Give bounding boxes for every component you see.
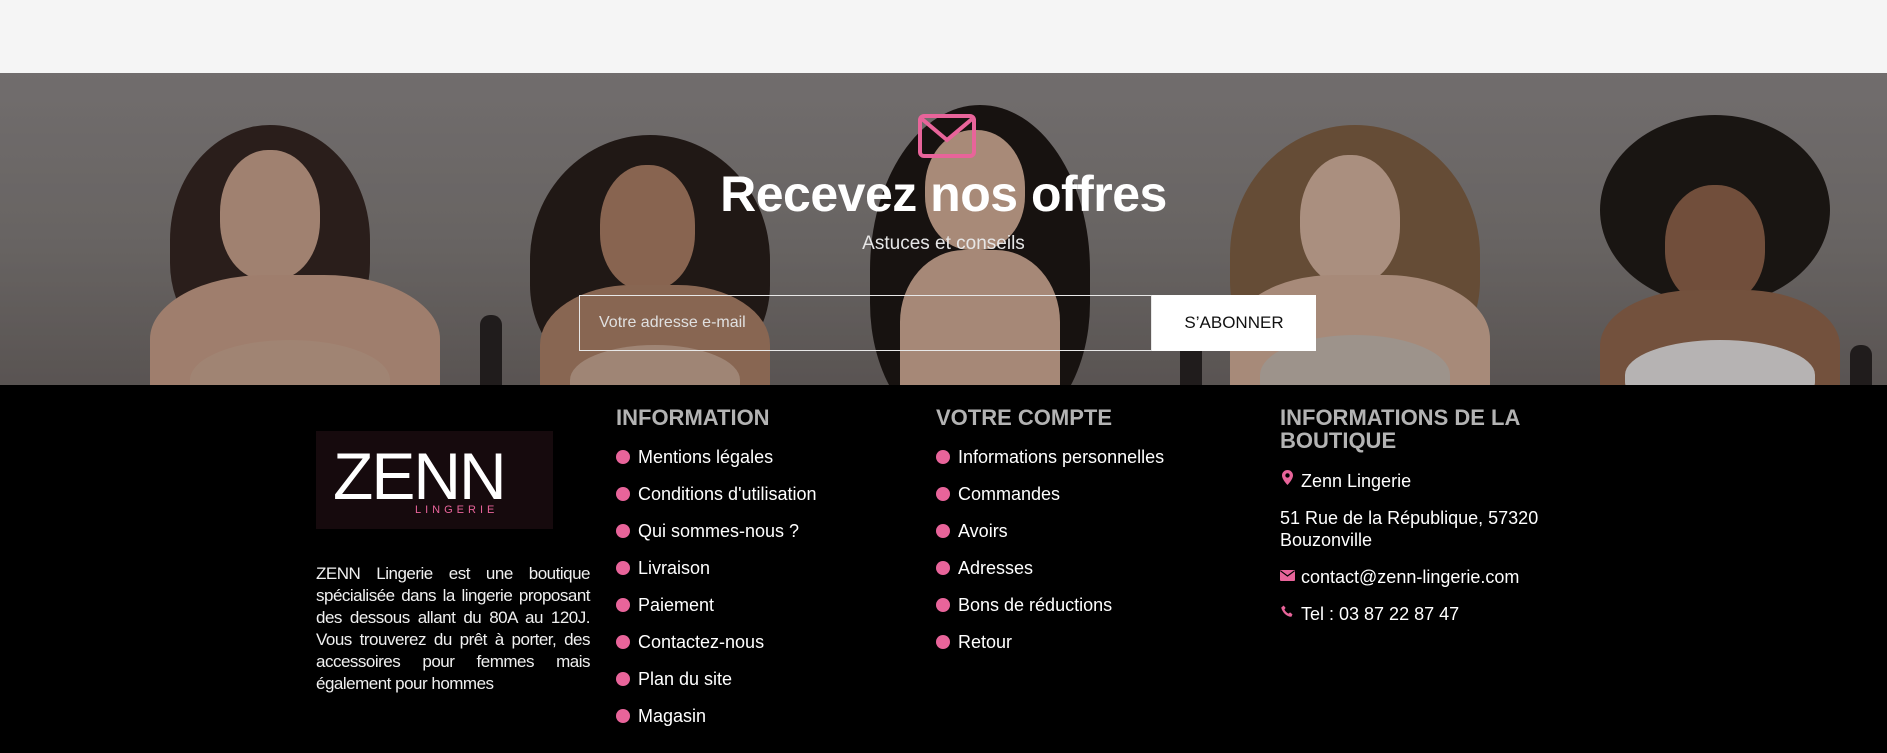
bullet-icon <box>936 635 950 649</box>
bullet-icon <box>936 598 950 612</box>
site-footer: ZENN LINGERIE ZENN Lingerie est une bout… <box>0 385 1887 753</box>
logo-main-text: ZENN <box>333 441 505 513</box>
newsletter-form: S’ABONNER <box>579 295 1316 351</box>
phone-icon <box>1280 603 1294 625</box>
footer-link-about[interactable]: Qui sommes-nous ? <box>616 521 817 541</box>
information-heading: INFORMATION <box>616 405 770 430</box>
account-heading: VOTRE COMPTE <box>936 405 1113 430</box>
bullet-icon <box>616 524 630 538</box>
about-text: ZENN Lingerie est une boutique spécialis… <box>316 564 591 693</box>
bullet-icon <box>616 709 630 723</box>
email-input[interactable] <box>579 295 1152 351</box>
footer-link-sitemap[interactable]: Plan du site <box>616 669 817 689</box>
account-column: VOTRE COMPTE Informations personnelles C… <box>936 406 1164 669</box>
shop-info-heading: INFORMATIONS DE LA BOUTIQUE <box>1280 405 1520 453</box>
subscribe-button[interactable]: S’ABONNER <box>1152 295 1316 351</box>
envelope-icon <box>918 114 976 158</box>
footer-link-conditions[interactable]: Conditions d'utilisation <box>616 484 817 504</box>
information-list: Mentions légales Conditions d'utilisatio… <box>616 447 817 726</box>
newsletter-subtitle: Astuces et conseils <box>862 233 1025 254</box>
footer-link-orders[interactable]: Commandes <box>936 484 1164 504</box>
shop-info-column: INFORMATIONS DE LA BOUTIQUE Zenn Lingeri… <box>1280 406 1580 640</box>
bullet-icon <box>616 561 630 575</box>
bullet-icon <box>616 598 630 612</box>
newsletter-title: Recevez nos offres <box>720 166 1167 222</box>
bullet-icon <box>616 635 630 649</box>
shop-name-row: Zenn Lingerie <box>1280 470 1580 492</box>
shop-phone[interactable]: Tel : 03 87 22 87 47 <box>1301 603 1459 625</box>
account-list: Informations personnelles Commandes Avoi… <box>936 447 1164 652</box>
footer-link-payment[interactable]: Paiement <box>616 595 817 615</box>
shop-name: Zenn Lingerie <box>1301 471 1412 491</box>
footer-link-credit-slips[interactable]: Avoirs <box>936 521 1164 541</box>
footer-link-delivery[interactable]: Livraison <box>616 558 817 578</box>
shop-address: 51 Rue de la République, 57320 Bouzonvil… <box>1280 508 1539 550</box>
footer-link-addresses[interactable]: Adresses <box>936 558 1164 578</box>
zenn-lingerie-logo[interactable]: ZENN LINGERIE <box>333 441 533 515</box>
footer-link-returns[interactable]: Retour <box>936 632 1164 652</box>
bullet-icon <box>936 487 950 501</box>
bullet-icon <box>616 487 630 501</box>
bullet-icon <box>936 450 950 464</box>
footer-link-vouchers[interactable]: Bons de réductions <box>936 595 1164 615</box>
logo-sub-text: LINGERIE <box>415 504 498 515</box>
information-column: INFORMATION Mentions légales Conditions … <box>616 406 817 743</box>
bullet-icon <box>616 672 630 686</box>
shop-phone-row[interactable]: Tel : 03 87 22 87 47 <box>1280 603 1580 625</box>
footer-link-personal-info[interactable]: Informations personnelles <box>936 447 1164 467</box>
map-pin-icon <box>1280 470 1294 492</box>
footer-link-store[interactable]: Magasin <box>616 706 817 726</box>
bullet-icon <box>616 450 630 464</box>
bullet-icon <box>936 561 950 575</box>
shop-email-row[interactable]: contact@zenn-lingerie.com <box>1280 566 1580 588</box>
top-bar <box>0 0 1887 73</box>
envelope-icon <box>1280 566 1295 588</box>
footer-link-mentions[interactable]: Mentions légales <box>616 447 817 467</box>
footer-link-contact[interactable]: Contactez-nous <box>616 632 817 652</box>
shop-email[interactable]: contact@zenn-lingerie.com <box>1301 566 1519 588</box>
bullet-icon <box>936 524 950 538</box>
